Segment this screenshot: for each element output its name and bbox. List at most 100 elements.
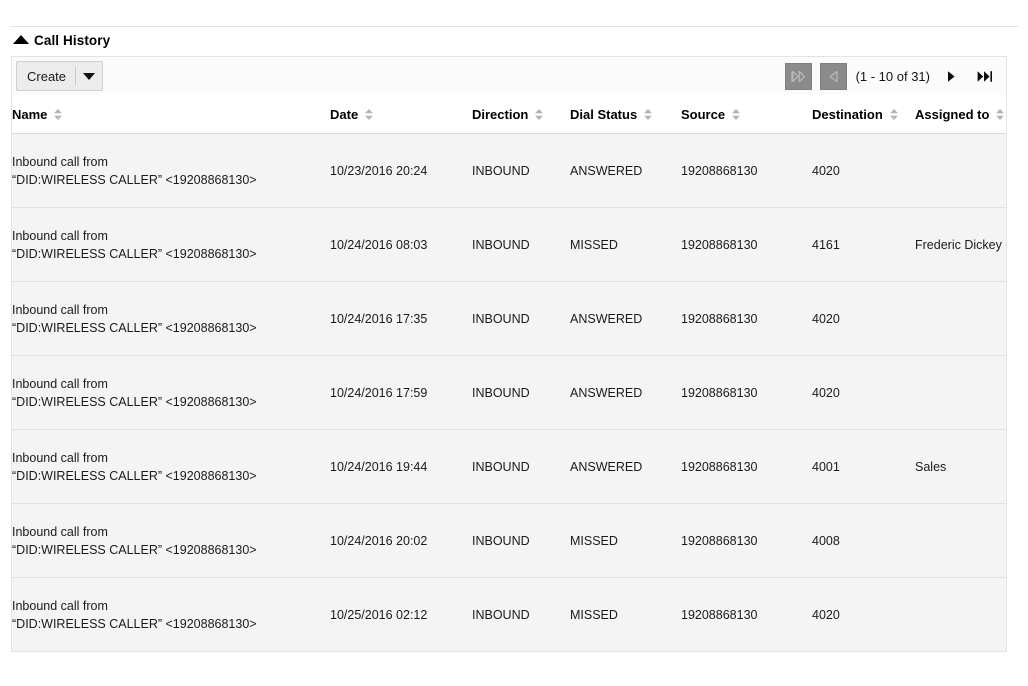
table-body: Inbound call from “DID:WIRELESS CALLER” <… xyxy=(12,133,1006,651)
cell-name-line1: Inbound call from xyxy=(12,376,108,391)
table-row[interactable]: Inbound call from “DID:WIRELESS CALLER” <… xyxy=(12,503,1006,578)
cell-dial-status: MISSED xyxy=(570,577,681,651)
cell-name-line2: “DID:WIRELESS CALLER” <19208868130> xyxy=(12,394,257,409)
cell-direction: INBOUND xyxy=(472,503,570,578)
table-row[interactable]: Inbound call from “DID:WIRELESS CALLER” <… xyxy=(12,577,1006,651)
cell-name-line2: “DID:WIRELESS CALLER” <19208868130> xyxy=(12,320,257,335)
cell-name-line1: Inbound call from xyxy=(12,154,108,169)
cell-name[interactable]: Inbound call from “DID:WIRELESS CALLER” <… xyxy=(12,355,330,430)
table-header: Name Date Direction Dial Status Source D… xyxy=(12,95,1006,134)
cell-name-line1: Inbound call from xyxy=(12,302,108,317)
sort-updown-icon[interactable] xyxy=(731,108,741,121)
cell-name[interactable]: Inbound call from “DID:WIRELESS CALLER” <… xyxy=(12,133,330,208)
cell-name-line1: Inbound call from xyxy=(12,228,108,243)
create-dropdown-toggle[interactable] xyxy=(76,62,102,90)
chevron-down-icon xyxy=(83,72,96,80)
column-header-direction[interactable]: Direction xyxy=(472,95,570,134)
cell-date: 10/24/2016 19:44 xyxy=(330,429,472,504)
cell-source: 19208868130 xyxy=(681,281,812,356)
cell-date: 10/23/2016 20:24 xyxy=(330,133,472,208)
cell-direction: INBOUND xyxy=(472,133,570,208)
table-toolbar: Create (1 - 10 of 31) xyxy=(11,56,1007,95)
sort-updown-icon[interactable] xyxy=(643,108,653,121)
column-header-direction-label: Direction xyxy=(472,107,529,122)
cell-source: 19208868130 xyxy=(681,133,812,208)
cell-date: 10/25/2016 02:12 xyxy=(330,577,472,651)
column-header-source-label: Source xyxy=(681,107,726,122)
cell-name-line2: “DID:WIRELESS CALLER” <19208868130> xyxy=(12,246,257,261)
column-header-assigned-to-label: Assigned to xyxy=(915,107,990,122)
cell-name-line1: Inbound call from xyxy=(12,524,108,539)
page-title: Call History xyxy=(34,32,111,48)
sort-updown-icon[interactable] xyxy=(534,108,544,121)
cell-dial-status: MISSED xyxy=(570,503,681,578)
table-row[interactable]: Inbound call from “DID:WIRELESS CALLER” <… xyxy=(12,133,1006,208)
first-page-icon xyxy=(790,70,805,83)
sort-updown-icon[interactable] xyxy=(995,108,1005,121)
cell-date: 10/24/2016 08:03 xyxy=(330,207,472,282)
create-button[interactable]: Create xyxy=(16,61,104,91)
sort-updown-icon[interactable] xyxy=(889,108,899,121)
cell-name-line2: “DID:WIRELESS CALLER” <19208868130> xyxy=(12,616,257,631)
cell-assigned-to xyxy=(915,355,1006,430)
column-header-date[interactable]: Date xyxy=(330,95,472,134)
cell-destination: 4020 xyxy=(812,281,915,356)
cell-source: 19208868130 xyxy=(681,577,812,651)
cell-direction: INBOUND xyxy=(472,577,570,651)
column-header-destination-label: Destination xyxy=(812,107,883,122)
next-page-button[interactable] xyxy=(936,63,966,90)
column-header-assigned-to[interactable]: Assigned to xyxy=(915,95,1006,134)
table-header-row: Name Date Direction Dial Status Source D… xyxy=(12,95,1006,134)
next-page-icon xyxy=(948,71,955,82)
cell-name[interactable]: Inbound call from “DID:WIRELESS CALLER” <… xyxy=(12,207,330,282)
previous-page-icon xyxy=(828,70,838,83)
cell-direction: INBOUND xyxy=(472,429,570,504)
cell-source: 19208868130 xyxy=(681,207,812,282)
cell-source: 19208868130 xyxy=(681,355,812,430)
cell-dial-status: ANSWERED xyxy=(570,281,681,356)
pagination-range-label: (1 - 10 of 31) xyxy=(855,69,930,84)
panel-header[interactable]: Call History xyxy=(13,31,110,49)
cell-assigned-to xyxy=(915,281,1006,356)
table-row[interactable]: Inbound call from “DID:WIRELESS CALLER” <… xyxy=(12,281,1006,356)
cell-date: 10/24/2016 20:02 xyxy=(330,503,472,578)
cell-date: 10/24/2016 17:35 xyxy=(330,281,472,356)
first-page-button[interactable] xyxy=(784,63,812,90)
cell-destination: 4161 xyxy=(812,207,915,282)
pagination-controls: (1 - 10 of 31) xyxy=(784,57,1002,96)
sort-updown-icon[interactable] xyxy=(364,108,374,121)
cell-source: 19208868130 xyxy=(681,429,812,504)
cell-destination: 4001 xyxy=(812,429,915,504)
column-header-name-label: Name xyxy=(12,107,48,122)
cell-destination: 4020 xyxy=(812,577,915,651)
call-history-table: Name Date Direction Dial Status Source D… xyxy=(12,95,1006,651)
cell-name[interactable]: Inbound call from “DID:WIRELESS CALLER” <… xyxy=(12,503,330,578)
sort-updown-icon[interactable] xyxy=(53,108,63,121)
table-row[interactable]: Inbound call from “DID:WIRELESS CALLER” <… xyxy=(12,207,1006,282)
cell-assigned-to xyxy=(915,133,1006,208)
cell-destination: 4008 xyxy=(812,503,915,578)
cell-name-line2: “DID:WIRELESS CALLER” <19208868130> xyxy=(12,542,257,557)
column-header-dial-status[interactable]: Dial Status xyxy=(570,95,681,134)
cell-name-line2: “DID:WIRELESS CALLER” <19208868130> xyxy=(12,172,257,187)
cell-name[interactable]: Inbound call from “DID:WIRELESS CALLER” <… xyxy=(12,281,330,356)
call-history-table-container: Name Date Direction Dial Status Source D… xyxy=(11,95,1007,652)
column-header-date-label: Date xyxy=(330,107,359,122)
cell-assigned-to: Sales xyxy=(915,429,1006,504)
column-header-name[interactable]: Name xyxy=(12,95,330,134)
column-header-destination[interactable]: Destination xyxy=(812,95,915,134)
cell-dial-status: ANSWERED xyxy=(570,429,681,504)
table-row[interactable]: Inbound call from “DID:WIRELESS CALLER” <… xyxy=(12,355,1006,430)
create-button-label: Create xyxy=(27,68,67,84)
cell-assigned-to: Frederic Dickey xyxy=(915,207,1006,282)
last-page-icon xyxy=(977,71,992,82)
caret-up-icon[interactable] xyxy=(13,35,29,44)
table-row[interactable]: Inbound call from “DID:WIRELESS CALLER” <… xyxy=(12,429,1006,504)
cell-name[interactable]: Inbound call from “DID:WIRELESS CALLER” <… xyxy=(12,429,330,504)
cell-dial-status: ANSWERED xyxy=(570,355,681,430)
last-page-button[interactable] xyxy=(970,63,1000,90)
column-header-source[interactable]: Source xyxy=(681,95,812,134)
cell-name[interactable]: Inbound call from “DID:WIRELESS CALLER” <… xyxy=(12,577,330,651)
cell-direction: INBOUND xyxy=(472,281,570,356)
previous-page-button[interactable] xyxy=(819,63,847,90)
